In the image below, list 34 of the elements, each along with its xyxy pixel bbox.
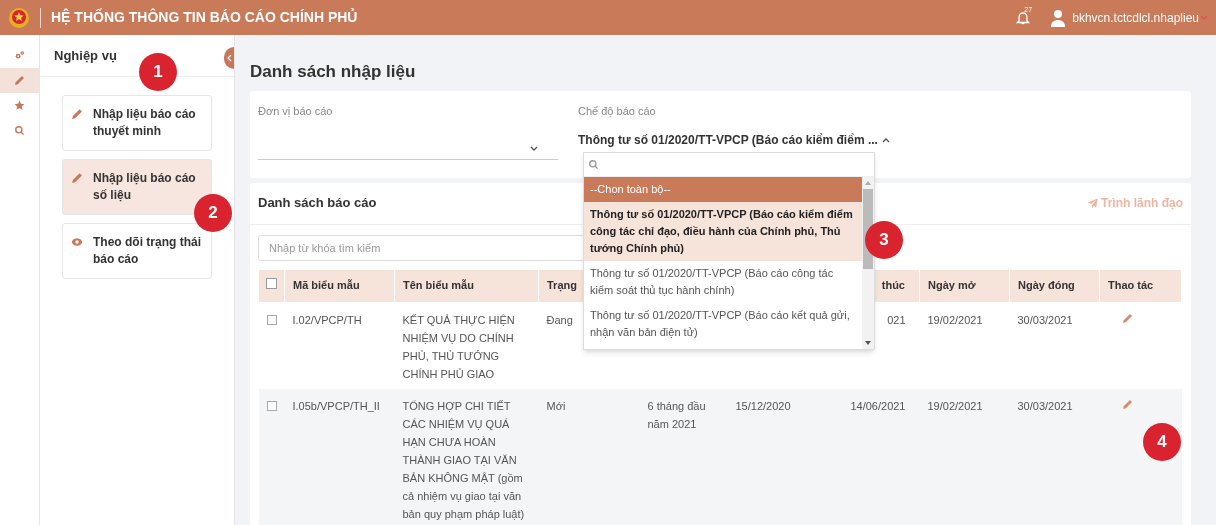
dropdown-option[interactable]: Thông tư số 01/2020/TT-VPCP (Báo cáo kiểm điểm công tác chỉ đạo, điều hành của Chính phủ, Thủ tướng Chính phủ): [584, 202, 862, 261]
table-cell: I.02/VPCP/TH: [292, 313, 362, 326]
table-cell: 021: [887, 313, 906, 326]
sidebar-title: Nghiệp vụ: [54, 46, 117, 65]
table-cell: KẾT QUẢ THỰC HIỆN NHIỆM VỤ DO CHÍNH PHỦ, THỦ TƯỚNG CHÍNH PHỦ GIAO: [402, 313, 515, 380]
table-cell: 14/06/2021: [850, 399, 906, 412]
column-header: Ngày đóng: [1018, 279, 1075, 292]
table-cell: 6 tháng đầu năm 2021: [647, 399, 706, 430]
column-header: Mã biểu mẫu: [293, 279, 360, 292]
table-cell: TỔNG HỢP CHI TIẾT CÁC NHIỆM VỤ QUÁ HẠN CHƯA HOÀN THÀNH GIAO TẠI VĂN BẢN KHÔNG MẬT (gồm cả nhiệm vụ giao tại văn bản quy phạm pháp luật): [402, 399, 525, 520]
table-cell: 15/12/2020: [735, 399, 791, 412]
sidebar-item-label: Theo dõi trạng thái báo cáo: [93, 234, 202, 268]
filter-label: Chế độ báo cáo: [578, 103, 657, 119]
column-header: Thao tác: [1108, 279, 1154, 292]
sidebar-item[interactable]: Theo dõi trạng thái báo cáo: [62, 223, 212, 279]
sidebar-item-label: Nhập liệu báo cáo thuyết minh: [93, 106, 197, 140]
column-header: Tên biểu mẫu: [403, 279, 474, 292]
table-cell: 19/02/2021: [927, 399, 983, 412]
table-cell: 30/03/2021: [1017, 313, 1073, 326]
table-cell: 19/02/2021: [927, 313, 983, 326]
table-cell: Đang: [546, 313, 573, 326]
page-title: Danh sách nhập liệu: [250, 61, 417, 83]
sidebar-item-label: Nhập liệu báo cáo số liệu: [93, 170, 197, 204]
table-cell: 30/03/2021: [1017, 399, 1073, 412]
app-title: HỆ THỐNG THÔNG TIN BÁO CÁO CHÍNH PHỦ: [51, 7, 358, 27]
column-header: Ngày mở: [928, 279, 976, 292]
table-cell: I.05b/VPCP/TH_II: [292, 399, 380, 412]
filter-label: Đơn vị báo cáo: [258, 103, 334, 119]
card-title: Danh sách báo cáo: [258, 194, 377, 213]
table-cell: Mới: [546, 399, 566, 412]
column-header: Trạng: [547, 279, 577, 292]
select-field[interactable]: Thông tư số 01/2020/TT-VPCP (Báo cáo kiểm điểm ...: [578, 129, 1183, 151]
column-header: thúc: [881, 279, 905, 292]
sidebar-item[interactable]: Nhập liệu báo cáo thuyết minh: [62, 95, 212, 151]
